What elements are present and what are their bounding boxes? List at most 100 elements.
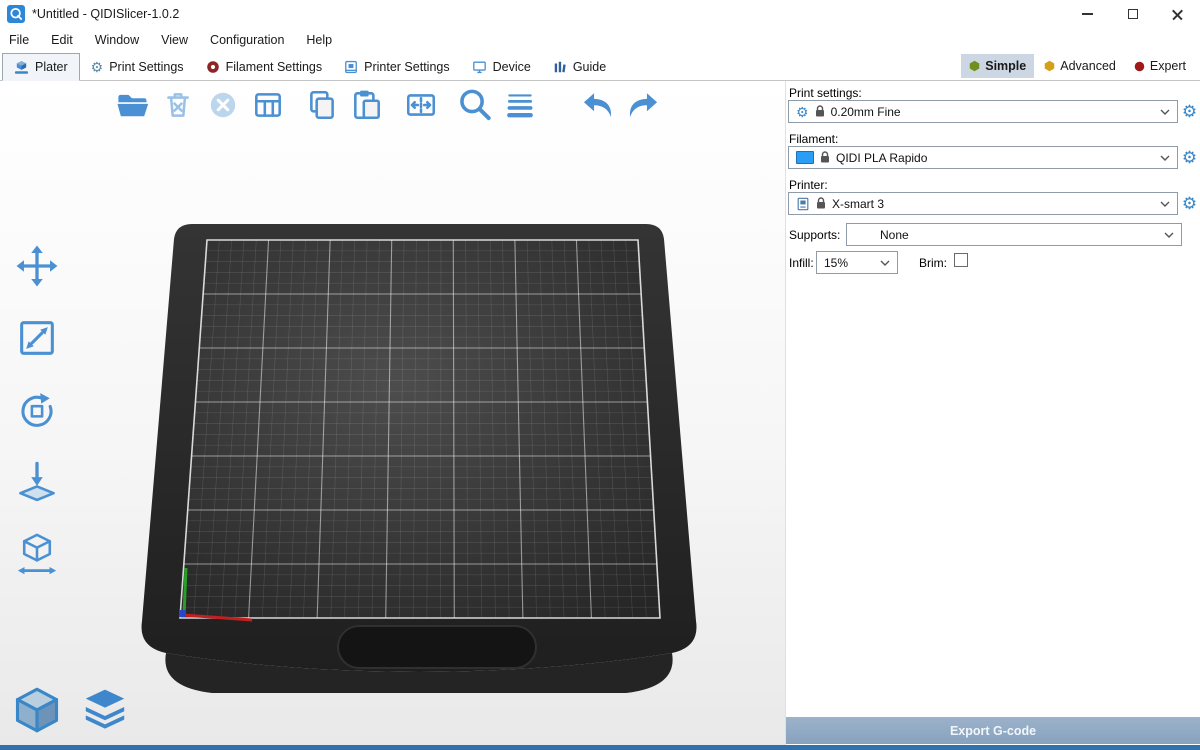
delete-all-button[interactable] (202, 84, 244, 126)
move-tool-button[interactable] (10, 239, 64, 293)
advanced-mode-icon (1044, 60, 1055, 72)
variable-layer-height-icon (503, 88, 537, 122)
printer-combo[interactable]: X-smart 3 (788, 192, 1178, 215)
printer-label: Printer: (789, 178, 828, 192)
tab-printer-settings[interactable]: Printer Settings (333, 53, 460, 80)
maximize-button[interactable] (1110, 0, 1155, 28)
view-toggles (8, 681, 134, 739)
cube-3d-icon (11, 684, 63, 736)
tab-label: Device (493, 60, 531, 74)
printer-gear-button[interactable]: ⚙ (1180, 194, 1199, 213)
split-icon (404, 88, 438, 122)
export-gcode-button[interactable]: Export G-code (786, 717, 1200, 744)
menu-item-window[interactable]: Window (95, 33, 139, 47)
mode-advanced[interactable]: Advanced (1036, 54, 1124, 78)
filament-label: Filament: (789, 132, 838, 146)
measure-icon (14, 531, 60, 577)
chevron-down-icon (1160, 201, 1170, 207)
mode-switcher: Simple Advanced Expert (961, 52, 1194, 80)
layers-icon (81, 686, 129, 734)
chevron-down-icon (880, 260, 890, 266)
rotate-icon (14, 387, 60, 433)
infill-combo[interactable]: 15% (816, 251, 898, 274)
view-layers-button[interactable] (76, 681, 134, 739)
paste-button[interactable] (346, 84, 388, 126)
supports-combo[interactable]: None (846, 223, 1182, 246)
filament-value: QIDI PLA Rapido (836, 151, 927, 165)
undo-button[interactable] (577, 84, 619, 126)
menu-item-help[interactable]: Help (306, 33, 332, 47)
chevron-down-icon (1160, 155, 1170, 161)
plater-icon (14, 60, 29, 75)
viewport-canvas[interactable] (0, 81, 785, 745)
menu-item-view[interactable]: View (161, 33, 188, 47)
scale-tool-button[interactable] (10, 311, 64, 365)
open-file-button[interactable] (112, 84, 154, 126)
rotate-tool-button[interactable] (10, 383, 64, 437)
brim-label: Brim: (919, 256, 947, 270)
supports-label: Supports: (789, 228, 840, 242)
simple-mode-icon (969, 60, 980, 72)
mode-label: Expert (1150, 59, 1186, 73)
arrange-icon (251, 88, 285, 122)
measure-tool-button[interactable] (10, 527, 64, 581)
copy-button[interactable] (301, 84, 343, 126)
search-button[interactable] (454, 84, 496, 126)
tab-device[interactable]: Device (461, 53, 542, 80)
variable-layer-height-button[interactable] (499, 84, 541, 126)
move-icon (14, 243, 60, 289)
maximize-icon (1128, 9, 1138, 19)
minimize-button[interactable] (1065, 0, 1110, 28)
app-logo-icon (7, 5, 25, 23)
lock-icon (820, 151, 830, 164)
mode-simple[interactable]: Simple (961, 54, 1034, 78)
filament-gear-button[interactable]: ⚙ (1180, 148, 1199, 167)
menu-item-edit[interactable]: Edit (51, 33, 73, 47)
mode-expert[interactable]: Expert (1126, 54, 1194, 78)
supports-value: None (880, 228, 909, 242)
redo-icon (625, 87, 661, 123)
place-on-face-tool-button[interactable] (10, 455, 64, 509)
menu-item-file[interactable]: File (9, 33, 29, 47)
gear-icon: ⚙ (796, 105, 809, 119)
print-settings-gear-button[interactable]: ⚙ (1180, 102, 1199, 121)
split-button[interactable] (400, 84, 442, 126)
delete-button[interactable] (157, 84, 199, 126)
tab-guide[interactable]: Guide (542, 53, 617, 80)
settings-panel: Print settings: ⚙ 0.20mm Fine ⚙ Filament… (785, 81, 1200, 745)
printer-icon (344, 60, 358, 74)
tab-label: Filament Settings (226, 60, 323, 74)
tab-plater[interactable]: Plater (2, 53, 80, 81)
redo-button[interactable] (622, 84, 664, 126)
filament-combo[interactable]: QIDI PLA Rapido (788, 146, 1178, 169)
main-area: Print settings: ⚙ 0.20mm Fine ⚙ Filament… (0, 81, 1200, 745)
window-edge (0, 745, 1200, 750)
brim-checkbox[interactable] (954, 253, 968, 267)
tab-label: Print Settings (109, 60, 183, 74)
minimize-icon (1082, 13, 1093, 15)
viewport-toolbar (112, 84, 664, 126)
arrange-button[interactable] (247, 84, 289, 126)
view-3d-button[interactable] (8, 681, 66, 739)
printer-value: X-smart 3 (832, 197, 884, 211)
print-settings-label: Print settings: (789, 86, 862, 100)
undo-icon (580, 87, 616, 123)
print-settings-value: 0.20mm Fine (831, 105, 901, 119)
place-on-face-icon (14, 459, 60, 505)
tab-label: Guide (573, 60, 606, 74)
trash-icon (161, 88, 195, 122)
app-window: *Untitled - QIDISlicer-1.0.2 File Edit W… (0, 0, 1200, 750)
print-settings-combo[interactable]: ⚙ 0.20mm Fine (788, 100, 1178, 123)
menu-item-configuration[interactable]: Configuration (210, 33, 284, 47)
close-button[interactable] (1155, 0, 1200, 28)
gear-icon: ⚙ (91, 60, 104, 74)
tab-filament-settings[interactable]: Filament Settings (195, 53, 334, 80)
mode-label: Simple (985, 59, 1026, 73)
guide-book-icon (553, 60, 567, 74)
search-icon (456, 86, 494, 124)
tab-label: Plater (35, 60, 68, 74)
tab-print-settings[interactable]: ⚙ Print Settings (80, 53, 195, 80)
infill-value: 15% (824, 256, 848, 270)
print-bed (0, 81, 785, 745)
close-icon (1171, 8, 1184, 21)
